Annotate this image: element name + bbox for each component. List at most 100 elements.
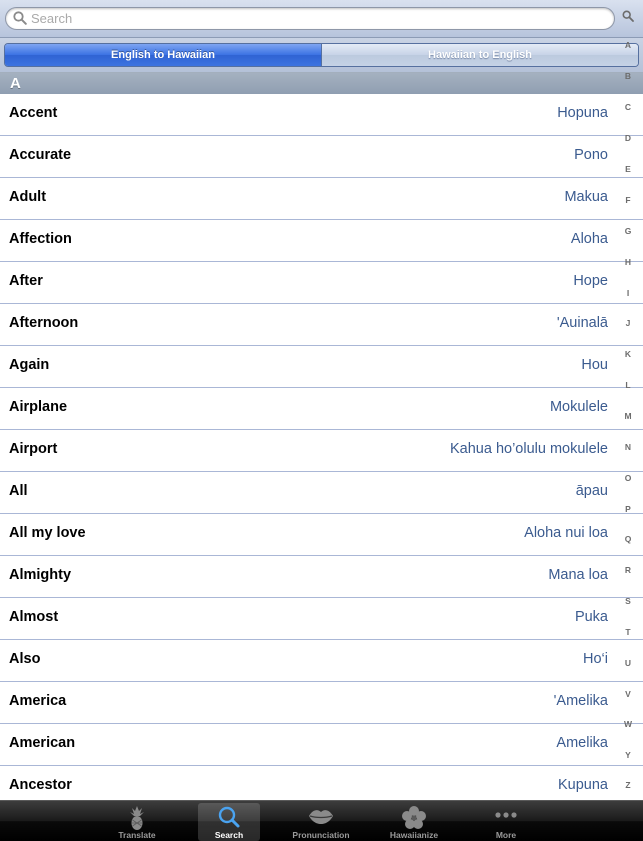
index-letter[interactable]: Z [616,780,640,790]
table-row[interactable]: Adult Makua [0,178,643,220]
english-word: All my love [9,525,86,541]
english-word: Accurate [9,147,72,163]
hawaiian-word: Aloha [570,231,608,247]
tab-label: Hawaiianize [389,830,439,840]
table-row[interactable]: Ancestor Kupuna [0,766,643,801]
hawaiian-word: āpau [575,483,608,499]
english-word: Airplane [9,399,68,415]
index-letter[interactable]: Y [616,750,640,760]
table-row[interactable]: All āpau [0,472,643,514]
hawaiian-word: Mokulele [549,399,608,415]
index-letter[interactable]: R [616,565,640,575]
hawaiian-word: Hopuna [557,105,608,121]
english-word: Again [9,357,50,373]
app-window: English to Hawaiian Hawaiian to English … [0,0,643,841]
index-letter[interactable]: M [616,411,640,421]
index-letter[interactable]: D [616,133,640,143]
index-letter[interactable]: V [616,689,640,699]
hawaiian-word: Ho‘i [583,651,608,667]
index-letter[interactable]: G [616,226,640,236]
hibiscus-icon [402,806,426,829]
search-field[interactable] [5,7,615,30]
english-word: Adult [9,189,47,205]
english-word: Airport [9,441,58,457]
english-word: Almighty [9,567,72,583]
hawaiian-word: 'Amelika [553,693,608,709]
index-letter[interactable]: P [616,504,640,514]
hawaiian-word: Amelika [556,735,608,751]
index-letter[interactable]: I [616,288,640,298]
table-row[interactable]: Almost Puka [0,598,643,640]
english-word: All [9,483,28,499]
index-letter[interactable]: A [616,40,640,50]
segment-bar: English to Hawaiian Hawaiian to English [0,38,643,72]
english-word: Afternoon [9,315,79,331]
table-row[interactable]: Also Ho‘i [0,640,643,682]
english-word: Ancestor [9,777,72,793]
hawaiian-word: Puka [574,609,608,625]
index-letter[interactable]: N [616,442,640,452]
hawaiian-word: Makua [564,189,608,205]
search-bar [0,0,643,38]
index-letter[interactable]: S [616,596,640,606]
table-row[interactable]: All my love Aloha nui loa [0,514,643,556]
tab-translate[interactable]: Translate [107,803,167,841]
table-row[interactable]: Affection Aloha [0,220,643,262]
index-letter[interactable]: O [616,473,640,483]
index-letter[interactable]: K [616,349,640,359]
index-letter[interactable]: H [616,257,640,267]
table-row[interactable]: Airport Kahua ho’olulu mokulele [0,430,643,472]
index-letter[interactable]: C [616,102,640,112]
hawaiian-word: 'Auinalā [556,315,608,331]
section-header: A [0,72,643,94]
table-row[interactable]: Accurate Pono [0,136,643,178]
hawaiian-word: Mana loa [548,567,608,583]
index-letter[interactable]: Q [616,534,640,544]
table-row[interactable]: Accent Hopuna [0,94,643,136]
index-letter[interactable]: B [616,71,640,81]
section-index[interactable]: A B C D E F G H I J K L M N O P Q R S T … [616,38,640,798]
hawaiian-word: Aloha nui loa [524,525,608,541]
index-letter[interactable]: U [616,658,640,668]
pineapple-icon [130,806,144,830]
hawaiian-word: Hope [573,273,608,289]
index-letter[interactable]: T [616,627,640,637]
tab-search[interactable]: Search [198,803,260,841]
word-list: Accent Hopuna Accurate Pono Adult Makua Aff… [0,94,643,801]
index-letter[interactable]: L [616,380,640,390]
table-row[interactable]: After Hope [0,262,643,304]
table-row[interactable]: America 'Amelika [0,682,643,724]
tab-pronunciation[interactable]: Pronunciation [286,803,356,841]
english-word: Also [9,651,41,667]
hawaiian-word: Kupuna [558,777,608,793]
table-row[interactable]: Again Hou [0,346,643,388]
segment-english-to-hawaiian[interactable]: English to Hawaiian [5,44,322,66]
index-letter[interactable]: J [616,318,640,328]
tab-label: Search [214,830,244,840]
index-letter[interactable]: F [616,195,640,205]
search-input[interactable] [31,10,601,27]
table-row[interactable]: Almighty Mana loa [0,556,643,598]
segment-hawaiian-to-english[interactable]: Hawaiian to English [322,44,638,66]
english-word: American [9,735,76,751]
index-letter[interactable]: W [616,719,640,729]
tab-bar: Translate Search Pronunciation Hawaiiani… [0,800,643,841]
hawaiian-word: Pono [574,147,608,163]
index-letter[interactable]: E [616,164,640,174]
table-row[interactable]: Afternoon 'Auinalā [0,304,643,346]
english-word: Affection [9,231,72,247]
english-word: Almost [9,609,59,625]
table-row[interactable]: Airplane Mokulele [0,388,643,430]
english-word: America [9,693,67,709]
hawaiian-word: Kahua ho’olulu mokulele [450,441,608,457]
tab-more[interactable]: More [478,803,534,841]
more-icon [495,812,517,818]
hawaiian-word: Hou [581,357,608,373]
table-row[interactable]: American Amelika [0,724,643,766]
tab-label: Pronunciation [292,830,350,840]
tab-label: More [495,830,517,840]
english-word: Accent [9,105,58,121]
tab-hawaiianize[interactable]: Hawaiianize [385,803,443,841]
lips-icon [309,810,333,824]
index-search-icon[interactable] [622,10,634,22]
